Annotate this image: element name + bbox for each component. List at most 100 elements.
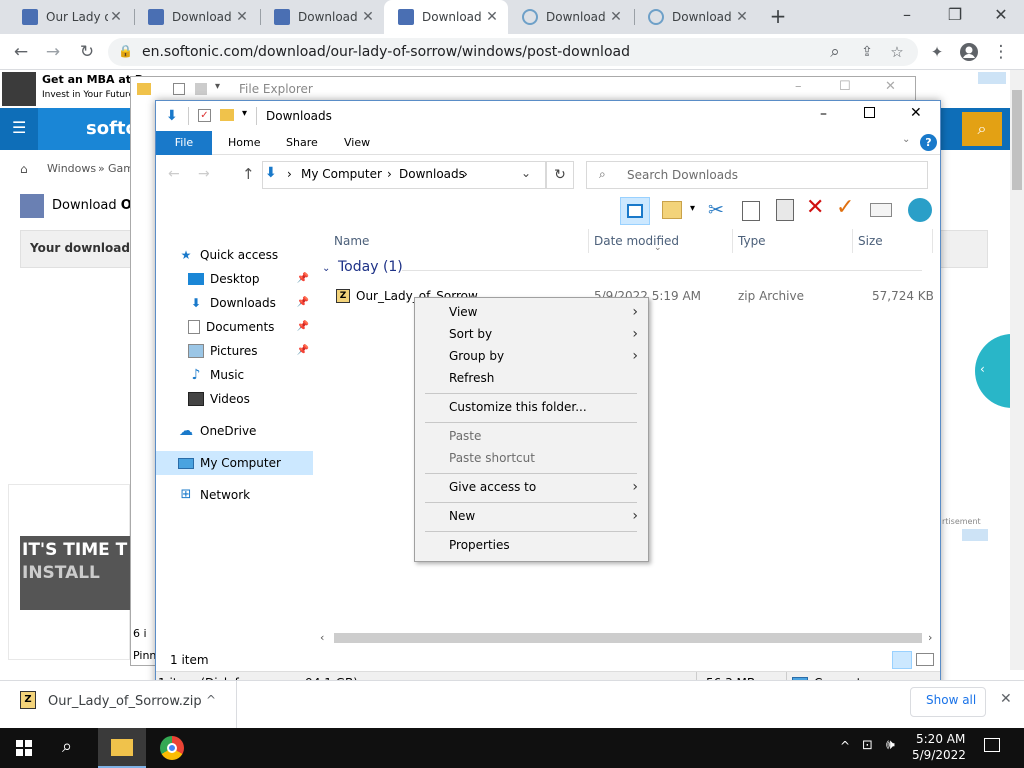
notification-icon[interactable] xyxy=(984,738,1000,752)
search-icon[interactable]: ⌕ xyxy=(62,736,72,757)
tab-close-icon[interactable]: ✕ xyxy=(234,9,250,25)
close-icon[interactable]: ✕ xyxy=(885,79,896,94)
adchoices-icon[interactable] xyxy=(978,72,1006,84)
address-separator[interactable]: › xyxy=(463,167,468,181)
sidebar-item-desktop[interactable]: Desktop 📌 xyxy=(156,267,313,291)
adchoices-icon[interactable] xyxy=(962,529,988,541)
menu-item-give-access[interactable]: Give access to › xyxy=(415,476,648,498)
browser-tab-2[interactable]: Download ✕ xyxy=(134,0,258,34)
url-text[interactable]: en.softonic.com/download/our-lady-of-sor… xyxy=(142,44,630,60)
column-header-type[interactable]: Type xyxy=(738,229,766,253)
new-item-dropdown-icon[interactable]: ▾ xyxy=(690,203,695,214)
delete-icon[interactable]: ✕ xyxy=(806,195,824,220)
search-box[interactable]: ⌕ Search Downloads xyxy=(586,161,928,189)
lock-icon[interactable]: 🔒 xyxy=(118,44,133,58)
zip-file-icon[interactable]: Z xyxy=(20,691,36,709)
address-separator[interactable]: › xyxy=(387,167,392,181)
tab-close-icon[interactable]: ✕ xyxy=(608,9,624,25)
qat-dropdown-icon[interactable]: ▾ xyxy=(242,108,247,119)
window-title-bar[interactable]: ⬇ ✓ ▾ Downloads – ✕ xyxy=(156,101,940,131)
extensions-icon[interactable]: ✦ xyxy=(926,42,948,64)
new-folder-icon[interactable] xyxy=(220,109,234,121)
cut-icon[interactable]: ✂ xyxy=(708,199,724,221)
tab-share[interactable]: Share xyxy=(274,131,330,155)
close-icon[interactable]: ✕ xyxy=(910,105,922,121)
pin-icon[interactable]: 📌 xyxy=(297,339,309,363)
browser-tab-5[interactable]: Download ✕ xyxy=(508,0,632,34)
close-shelf-icon[interactable]: ✕ xyxy=(1000,691,1012,707)
download-filename[interactable]: Our_Lady_of_Sorrow.zip xyxy=(48,694,202,709)
tab-close-icon[interactable]: ✕ xyxy=(734,9,750,25)
profile-icon[interactable] xyxy=(958,42,980,64)
group-collapse-icon[interactable]: ⌄ xyxy=(322,263,330,274)
bookmark-star-icon[interactable]: ☆ xyxy=(886,42,908,64)
menu-item-paste[interactable]: Paste xyxy=(415,425,648,447)
preview-pane-icon[interactable] xyxy=(620,197,650,225)
network-tray-icon[interactable]: ⊡ xyxy=(862,738,873,753)
tab-close-icon[interactable]: ✕ xyxy=(484,9,500,25)
show-all-label[interactable]: Show all xyxy=(926,693,976,707)
sidebar-item-quick-access[interactable]: ★ Quick access xyxy=(156,243,313,267)
sidebar-item-documents[interactable]: Documents 📌 xyxy=(156,315,313,339)
browser-tab-6[interactable]: Download ✕ xyxy=(634,0,758,34)
scrollbar-thumb[interactable] xyxy=(334,633,922,643)
properties-icon[interactable] xyxy=(870,203,892,217)
group-header-today[interactable]: Today (1) xyxy=(338,259,403,275)
share-icon[interactable]: ⇪ xyxy=(856,42,878,64)
copy-icon[interactable] xyxy=(742,201,760,221)
tab-close-icon[interactable]: ✕ xyxy=(360,9,376,25)
column-header-date[interactable]: Date modified xyxy=(594,229,679,253)
address-segment-downloads[interactable]: Downloads xyxy=(399,167,465,181)
menu-item-properties[interactable]: Properties xyxy=(415,534,648,556)
chevron-up-icon[interactable]: ^ xyxy=(206,693,216,707)
forward-arrow-icon[interactable]: → xyxy=(42,42,64,64)
large-icons-view-icon[interactable] xyxy=(916,653,934,666)
horizontal-scrollbar[interactable]: ‹ › xyxy=(316,629,940,647)
back-arrow-icon[interactable]: ← xyxy=(168,166,180,182)
sidebar-item-my-computer[interactable]: My Computer xyxy=(156,451,313,475)
menu-item-sort-by[interactable]: Sort by › xyxy=(415,323,648,345)
column-header-name[interactable]: Name xyxy=(334,229,369,253)
column-divider[interactable] xyxy=(852,229,853,253)
column-divider[interactable] xyxy=(932,229,933,253)
minimize-icon[interactable]: – xyxy=(884,4,930,28)
zoom-icon[interactable]: ⌕ xyxy=(824,42,846,64)
globe-icon[interactable] xyxy=(908,198,932,222)
details-view-icon[interactable] xyxy=(892,651,912,669)
browser-tab-4-active[interactable]: Download ✕ xyxy=(384,0,508,34)
address-dropdown-icon[interactable]: ⌄ xyxy=(521,166,531,180)
column-divider[interactable] xyxy=(732,229,733,253)
menu-item-view[interactable]: View › xyxy=(415,301,648,323)
sidebar-item-pictures[interactable]: Pictures 📌 xyxy=(156,339,313,363)
column-header-size[interactable]: Size xyxy=(858,229,883,253)
new-tab-button[interactable]: + xyxy=(768,6,788,28)
checkbox-icon[interactable] xyxy=(173,83,185,95)
qat-dropdown-icon[interactable]: ▾ xyxy=(215,81,220,92)
sidebar-item-onedrive[interactable]: ☁ OneDrive xyxy=(156,419,313,443)
scroll-right-icon[interactable]: › xyxy=(928,631,932,644)
breadcrumb-windows[interactable]: Windows xyxy=(47,162,96,175)
pin-icon[interactable]: 📌 xyxy=(297,267,309,291)
menu-item-paste-shortcut[interactable]: Paste shortcut xyxy=(415,447,648,469)
tab-home[interactable]: Home xyxy=(216,131,272,155)
close-icon[interactable]: ✕ xyxy=(978,4,1024,28)
reload-icon[interactable]: ↻ xyxy=(76,42,98,64)
menu-item-group-by[interactable]: Group by › xyxy=(415,345,648,367)
column-divider[interactable] xyxy=(588,229,589,253)
browser-tab-1[interactable]: Our Lady o ✕ xyxy=(8,0,132,34)
scroll-left-icon[interactable]: ‹ xyxy=(320,631,324,644)
sidebar-item-network[interactable]: ⊞ Network xyxy=(156,483,313,507)
menu-item-new[interactable]: New › xyxy=(415,505,648,527)
hamburger-menu-icon[interactable]: ☰ xyxy=(12,118,26,137)
search-placeholder[interactable]: Search Downloads xyxy=(627,168,738,182)
taskbar-file-explorer[interactable] xyxy=(98,728,146,768)
properties-check-icon[interactable]: ✓ xyxy=(198,109,211,122)
tab-view[interactable]: View xyxy=(332,131,382,155)
address-separator[interactable]: › xyxy=(287,167,292,181)
ad-title[interactable]: Get an MBA at B xyxy=(42,73,143,86)
chevron-left-icon[interactable]: ‹ xyxy=(980,362,985,376)
address-segment-computer[interactable]: My Computer xyxy=(301,167,382,181)
refresh-icon[interactable]: ↻ xyxy=(546,161,574,189)
pin-icon[interactable]: 📌 xyxy=(297,291,309,315)
paste-icon[interactable] xyxy=(776,199,794,221)
